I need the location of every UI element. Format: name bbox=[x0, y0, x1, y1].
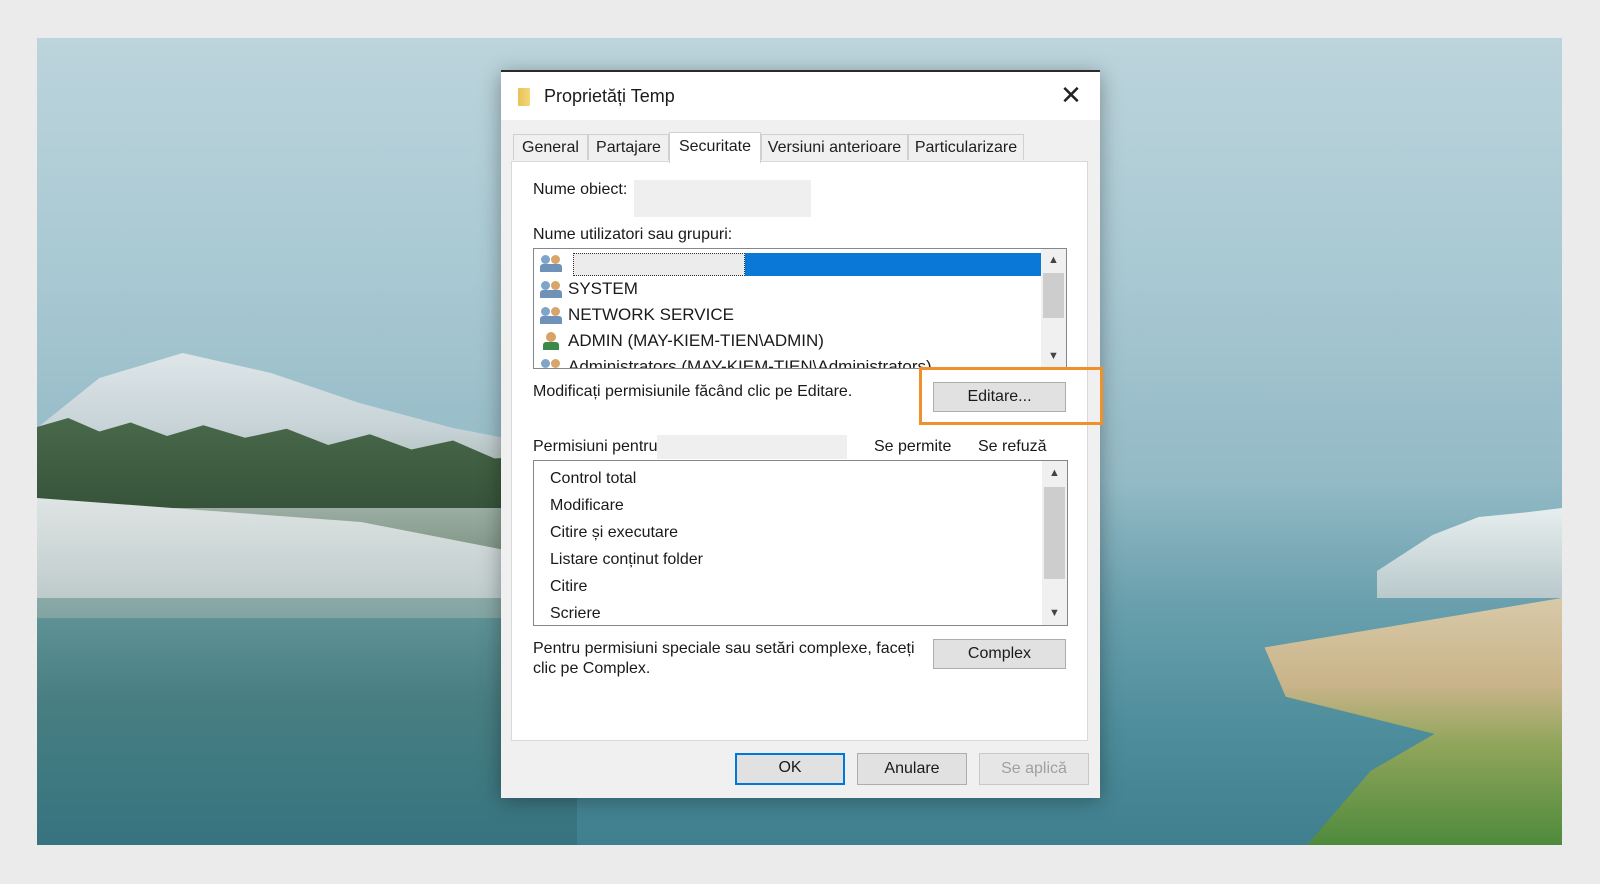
complex-button[interactable]: Complex bbox=[933, 639, 1066, 669]
scroll-up-icon[interactable]: ▲ bbox=[1042, 464, 1067, 482]
wallpaper-water bbox=[37, 598, 577, 845]
edit-hint-text: Modificați permisiunile făcând clic pe E… bbox=[533, 383, 853, 400]
group-users-icon bbox=[540, 254, 564, 272]
edit-button[interactable]: Editare... bbox=[933, 382, 1066, 412]
selected-row-highlight bbox=[573, 253, 1045, 276]
permissions-list[interactable]: Control total Modificare Citire și execu… bbox=[533, 460, 1068, 626]
tab-securitate[interactable]: Securitate bbox=[669, 132, 761, 163]
users-groups-label: Nume utilizatori sau grupuri: bbox=[533, 226, 733, 243]
wallpaper-field bbox=[1264, 598, 1562, 845]
folder-icon bbox=[518, 88, 530, 106]
user-name: SYSTEM bbox=[568, 279, 638, 298]
scroll-up-icon[interactable]: ▲ bbox=[1041, 251, 1066, 269]
user-name: Administrators (MAY-KIEM-TIEN\Administra… bbox=[568, 357, 932, 369]
permission-row: Listare conținut folder bbox=[550, 551, 703, 568]
tab-versiuni-anterioare[interactable]: Versiuni anterioare bbox=[761, 134, 908, 160]
permission-row: Citire și executare bbox=[550, 524, 679, 541]
permissions-for-label: Permisiuni pentru bbox=[533, 438, 658, 455]
users-groups-list[interactable]: SYSTEM NETWORK SERVICE ADMIN (MAY-KIEM-T… bbox=[533, 248, 1067, 369]
close-button[interactable]: ✕ bbox=[1056, 82, 1086, 110]
group-users-icon bbox=[540, 306, 564, 324]
permissions-list-scrollbar[interactable]: ▲ ▼ bbox=[1042, 461, 1067, 625]
tab-general[interactable]: General bbox=[513, 134, 588, 160]
user-name: ADMIN (MAY-KIEM-TIEN\ADMIN) bbox=[568, 331, 824, 350]
apply-button[interactable]: Se aplică bbox=[979, 753, 1089, 785]
ok-button[interactable]: OK bbox=[735, 753, 845, 785]
dialog-body: General Partajare Securitate Versiuni an… bbox=[501, 120, 1100, 798]
permission-row: Citire bbox=[550, 578, 588, 595]
properties-dialog: Proprietăți Temp ✕ General Partajare Sec… bbox=[501, 70, 1100, 798]
special-permissions-hint: Pentru permisiuni speciale sau setări co… bbox=[533, 640, 915, 677]
cancel-button[interactable]: Anulare bbox=[857, 753, 967, 785]
object-name-value bbox=[634, 180, 811, 217]
wallpaper-hill-right bbox=[1377, 508, 1562, 598]
tab-particularizare[interactable]: Particularizare bbox=[908, 134, 1024, 160]
title-bar[interactable]: Proprietăți Temp ✕ bbox=[501, 72, 1100, 120]
scroll-down-icon[interactable]: ▼ bbox=[1042, 604, 1067, 622]
permissions-for-value bbox=[657, 435, 847, 459]
permission-row: Control total bbox=[550, 470, 637, 487]
permission-row: Modificare bbox=[550, 497, 624, 514]
object-name-label: Nume obiect: bbox=[533, 181, 628, 198]
permission-row: Scriere bbox=[550, 605, 601, 622]
scroll-thumb[interactable] bbox=[1044, 487, 1065, 579]
tab-partajare[interactable]: Partajare bbox=[588, 134, 669, 160]
scroll-thumb[interactable] bbox=[1043, 273, 1064, 318]
user-name: NETWORK SERVICE bbox=[568, 305, 734, 324]
scroll-down-icon[interactable]: ▼ bbox=[1041, 347, 1066, 365]
deny-column-header: Se refuză bbox=[978, 438, 1047, 455]
user-icon bbox=[540, 332, 564, 350]
security-tab-panel: Nume obiect: Nume utilizatori sau grupur… bbox=[511, 161, 1088, 741]
group-users-icon bbox=[540, 358, 564, 368]
allow-column-header: Se permite bbox=[874, 438, 952, 455]
users-list-scrollbar[interactable]: ▲ ▼ bbox=[1041, 249, 1066, 368]
group-users-icon bbox=[540, 280, 564, 298]
dialog-title: Proprietăți Temp bbox=[544, 86, 675, 106]
selected-user-name bbox=[573, 253, 745, 276]
